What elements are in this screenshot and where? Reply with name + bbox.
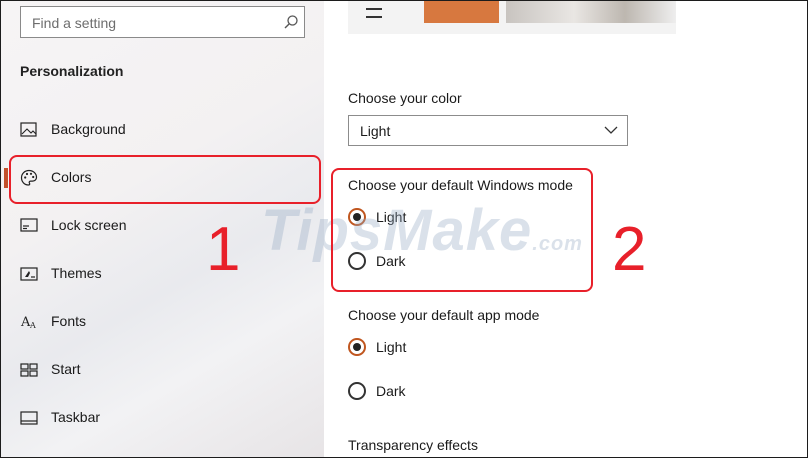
radio-button[interactable] bbox=[348, 382, 366, 400]
color-dropdown-value: Light bbox=[360, 123, 391, 139]
radio-button[interactable] bbox=[348, 338, 366, 356]
search-icon[interactable] bbox=[283, 14, 299, 30]
sidebar-item-label: Background bbox=[51, 121, 126, 137]
step-number-2: 2 bbox=[612, 215, 647, 284]
preview-line bbox=[366, 8, 382, 10]
highlight-box-colors bbox=[9, 155, 321, 204]
svg-text:A: A bbox=[29, 321, 36, 330]
sidebar-item-label: Lock screen bbox=[51, 217, 127, 233]
sidebar-item-label: Fonts bbox=[51, 313, 87, 329]
selected-indicator bbox=[4, 168, 8, 188]
sidebar-item-taskbar[interactable]: Taskbar bbox=[1, 396, 324, 440]
preview-wallpaper bbox=[506, 1, 676, 23]
settings-window: Find a setting Personalization Backgroun… bbox=[0, 0, 808, 458]
highlight-box-windows-mode bbox=[331, 168, 593, 292]
taskbar-icon bbox=[20, 411, 38, 425]
sidebar-item-start[interactable]: Start bbox=[1, 348, 324, 392]
app-mode-dark[interactable]: Dark bbox=[348, 382, 468, 406]
sidebar-item-label: Start bbox=[51, 361, 81, 377]
sidebar-item-background[interactable]: Background bbox=[1, 108, 324, 152]
lock-screen-icon bbox=[20, 218, 38, 232]
preview-accent-block bbox=[424, 1, 499, 23]
theme-preview bbox=[348, 1, 676, 34]
section-title: Personalization bbox=[20, 63, 124, 79]
image-icon bbox=[20, 122, 37, 137]
sidebar-item-label: Themes bbox=[51, 265, 102, 281]
step-number-1: 1 bbox=[206, 215, 241, 284]
transparency-label: Transparency effects bbox=[348, 437, 478, 453]
app-mode-light[interactable]: Light bbox=[348, 338, 468, 362]
themes-icon bbox=[20, 267, 38, 281]
app-mode-label: Choose your default app mode bbox=[348, 307, 540, 323]
radio-label: Dark bbox=[376, 383, 406, 399]
preview-line bbox=[366, 16, 382, 18]
fonts-icon: A A bbox=[20, 315, 36, 330]
color-label: Choose your color bbox=[348, 90, 462, 106]
chevron-down-icon bbox=[604, 126, 618, 134]
search-input[interactable]: Find a setting bbox=[32, 15, 116, 31]
radio-label: Light bbox=[376, 339, 407, 355]
color-dropdown[interactable]: Light bbox=[348, 115, 628, 146]
sidebar-item-label: Taskbar bbox=[51, 409, 101, 425]
sidebar-item-fonts[interactable]: A A Fonts bbox=[1, 300, 324, 344]
start-icon bbox=[20, 363, 38, 377]
search-box[interactable]: Find a setting bbox=[20, 6, 305, 38]
